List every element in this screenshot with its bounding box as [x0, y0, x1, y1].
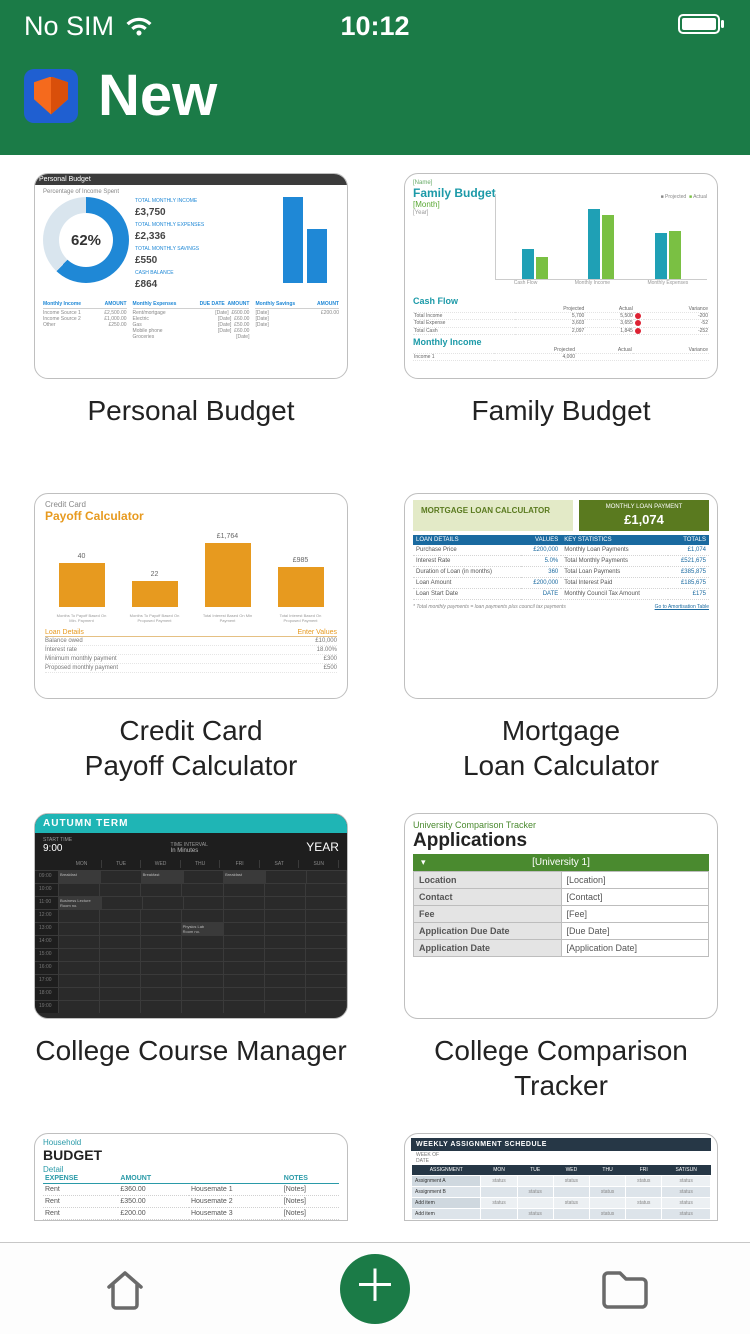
template-gallery[interactable]: Personal Budget Percentage of Income Spe…	[0, 155, 750, 1242]
template-thumbnail: University Comparison Tracker Applicatio…	[404, 813, 718, 1019]
clock: 10:12	[340, 11, 409, 42]
template-thumbnail: Personal Budget Percentage of Income Spe…	[34, 173, 348, 379]
thumb-sub: Percentage of Income Spent	[43, 189, 339, 195]
template-personal-budget[interactable]: Personal Budget Percentage of Income Spe…	[34, 173, 348, 463]
files-tab[interactable]	[590, 1254, 660, 1324]
page-title: New	[98, 62, 217, 129]
template-label: Credit Card Payoff Calculator	[85, 713, 298, 783]
plus-icon: ＋	[353, 1265, 397, 1309]
template-thumbnail: AUTUMN TERM START TIME9:00 TIME INTERVAL…	[34, 813, 348, 1019]
wifi-icon	[124, 15, 154, 37]
summary: TOTAL MONTHLY INCOME£3,750 TOTAL MONTHLY…	[135, 197, 277, 293]
new-button[interactable]: ＋	[340, 1254, 410, 1324]
template-thumbnail: Credit Card Payoff Calculator 40 22 £1,7…	[34, 493, 348, 699]
donut-chart: 62%	[43, 197, 129, 283]
template-thumbnail: MORTGAGE LOAN CALCULATOR MONTHLY LOAN PA…	[404, 493, 718, 699]
app-header: No SIM 10:12 New	[0, 0, 750, 155]
template-weekly-assignment-schedule[interactable]: WEEKLY ASSIGNMENT SCHEDULE WEEK OF DATE …	[404, 1133, 718, 1221]
template-label: College Comparison Tracker	[434, 1033, 688, 1103]
template-credit-card-payoff[interactable]: Credit Card Payoff Calculator 40 22 £1,7…	[34, 493, 348, 783]
home-icon	[101, 1265, 149, 1313]
template-college-comparison-tracker[interactable]: University Comparison Tracker Applicatio…	[404, 813, 718, 1103]
template-thumbnail: Household BUDGET Detail EXPENSEAMOUNTNOT…	[34, 1133, 348, 1221]
thumb-header: Personal Budget	[35, 174, 347, 185]
template-thumbnail: WEEKLY ASSIGNMENT SCHEDULE WEEK OF DATE …	[404, 1133, 718, 1221]
tab-bar: ＋	[0, 1242, 750, 1334]
template-label: Personal Budget	[87, 393, 294, 463]
status-bar: No SIM 10:12	[24, 8, 726, 44]
mini-bars	[283, 197, 339, 283]
template-household-budget[interactable]: Household BUDGET Detail EXPENSEAMOUNTNOT…	[34, 1133, 348, 1221]
home-tab[interactable]	[90, 1254, 160, 1324]
app-icon	[24, 69, 78, 123]
template-college-course-manager[interactable]: AUTUMN TERM START TIME9:00 TIME INTERVAL…	[34, 813, 348, 1103]
folder-icon	[600, 1267, 650, 1311]
template-label: Mortgage Loan Calculator	[463, 713, 659, 783]
template-label: College Course Manager	[35, 1033, 346, 1103]
battery-icon	[678, 11, 726, 42]
carrier-text: No SIM	[24, 11, 114, 42]
template-label: Family Budget	[472, 393, 651, 463]
template-thumbnail: [Name] Family Budget [Month] [Year] ■ Pr…	[404, 173, 718, 379]
template-family-budget[interactable]: [Name] Family Budget [Month] [Year] ■ Pr…	[404, 173, 718, 463]
template-mortgage-loan-calculator[interactable]: MORTGAGE LOAN CALCULATOR MONTHLY LOAN PA…	[404, 493, 718, 783]
